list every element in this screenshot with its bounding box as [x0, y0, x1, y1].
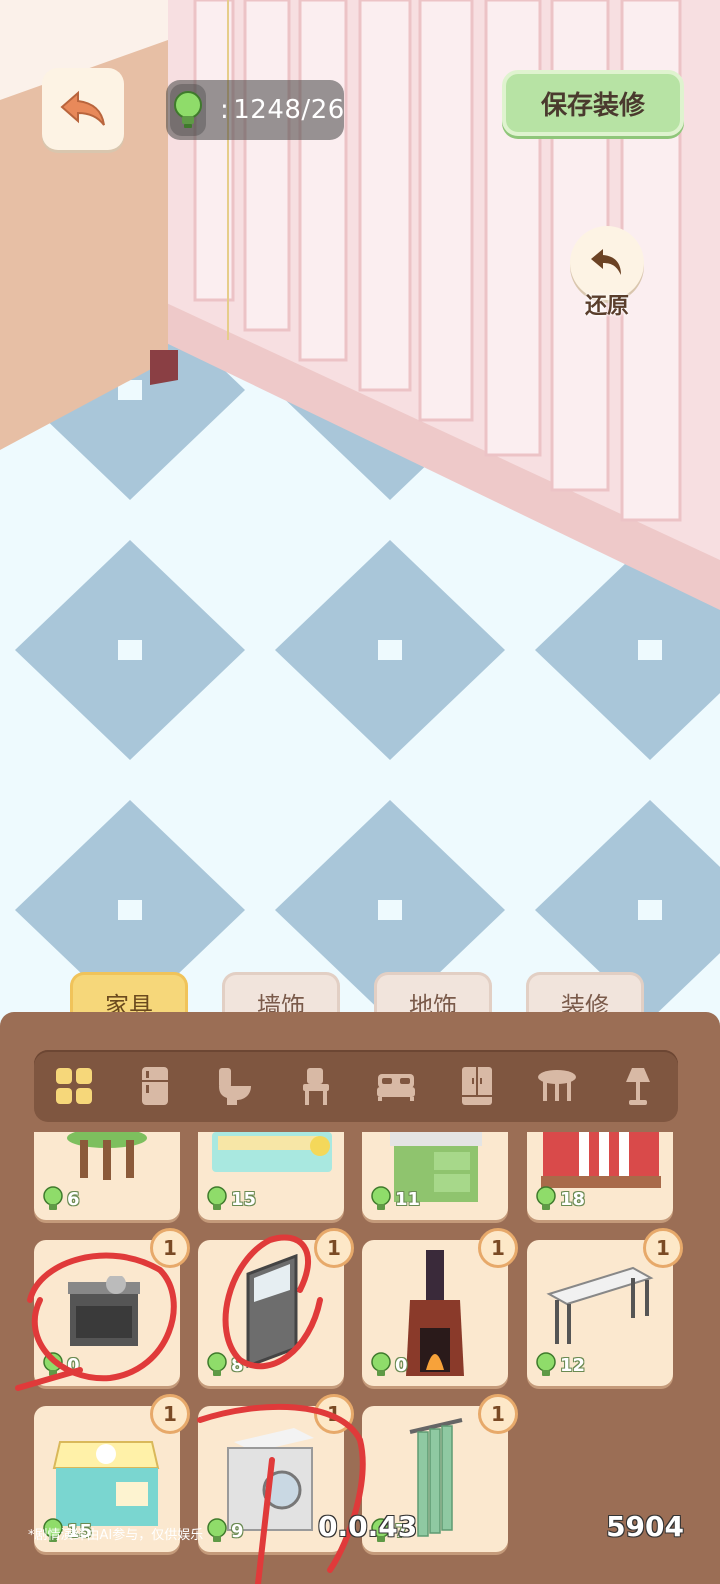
lightbulb-icon [170, 84, 206, 136]
item-cost: 0 [42, 1352, 80, 1378]
item-cost: 6 [42, 1186, 80, 1212]
item-cost: 0 [370, 1352, 408, 1378]
lightbulb-icon [207, 1518, 227, 1542]
item-card-stove[interactable]: 1 0 [34, 1228, 190, 1386]
stove-icon [68, 1276, 140, 1346]
item-cost: 9 [206, 1518, 244, 1544]
all-icon[interactable] [52, 1064, 96, 1108]
lightbulb-icon [43, 1352, 63, 1376]
back-arrow-icon [60, 90, 105, 126]
lightbulb-icon [207, 1352, 227, 1376]
fireplace-icon [406, 1250, 464, 1376]
fridge-icon[interactable] [133, 1064, 177, 1108]
item-count-badge: 1 [314, 1394, 354, 1434]
counter-icon [212, 1132, 332, 1172]
bed-icon[interactable] [374, 1064, 418, 1108]
item-count-badge: 1 [150, 1228, 190, 1268]
restore-label: 还原 [584, 294, 629, 319]
lightbulb-icon [207, 1186, 227, 1210]
lightbulb-icon [536, 1352, 556, 1376]
table-icon[interactable] [535, 1064, 579, 1108]
item-cost: 12 [535, 1352, 585, 1378]
user-id-label: 5904 [606, 1510, 684, 1543]
undo-icon [591, 249, 621, 275]
energy-value: 1248/26 [220, 95, 345, 125]
save-decoration-button[interactable]: 保存装修 [502, 70, 684, 136]
lightbulb-icon [371, 1186, 391, 1210]
door-icon [246, 1254, 298, 1368]
lamp-icon[interactable] [616, 1064, 660, 1108]
item-card-bed[interactable]: 18 [527, 1132, 673, 1220]
item-count-badge: 1 [478, 1394, 518, 1434]
item-count-badge: 1 [150, 1394, 190, 1434]
item-count-badge: 1 [314, 1228, 354, 1268]
lightbulb-icon [43, 1186, 63, 1210]
back-button[interactable] [42, 68, 124, 150]
stool-icon [67, 1132, 147, 1180]
wardrobe-icon[interactable] [455, 1064, 499, 1108]
item-cost: 18 [535, 1186, 585, 1212]
item-cost: 15 [206, 1186, 256, 1212]
item-card-door[interactable]: 1 8 [198, 1228, 354, 1386]
item-cost: 8 [206, 1352, 244, 1378]
toilet-icon[interactable] [213, 1064, 257, 1108]
item-card-stove-cabinet[interactable]: 11 [362, 1132, 508, 1220]
ai-disclaimer: *剧情演绎由AI参与，仅供娱乐 [28, 1528, 204, 1543]
item-card-fireplace[interactable]: 1 0 [362, 1228, 518, 1386]
lightbulb-icon [536, 1186, 556, 1210]
item-card-counter[interactable]: 15 [198, 1132, 344, 1220]
lightbulb-icon [371, 1352, 391, 1376]
category-bar [34, 1050, 678, 1122]
item-count-badge: 1 [643, 1228, 683, 1268]
item-card-bench[interactable]: 1 12 [527, 1228, 683, 1386]
bench-icon [546, 1266, 654, 1344]
item-cost: 11 [370, 1186, 420, 1212]
energy-counter: 1248/26 [166, 80, 344, 140]
cake-box-icon [52, 1441, 160, 1526]
item-card-stool[interactable]: 6 [34, 1132, 180, 1220]
chair-icon[interactable] [294, 1064, 338, 1108]
version-label: 0.0.43 [318, 1510, 418, 1543]
item-count-badge: 1 [478, 1228, 518, 1268]
